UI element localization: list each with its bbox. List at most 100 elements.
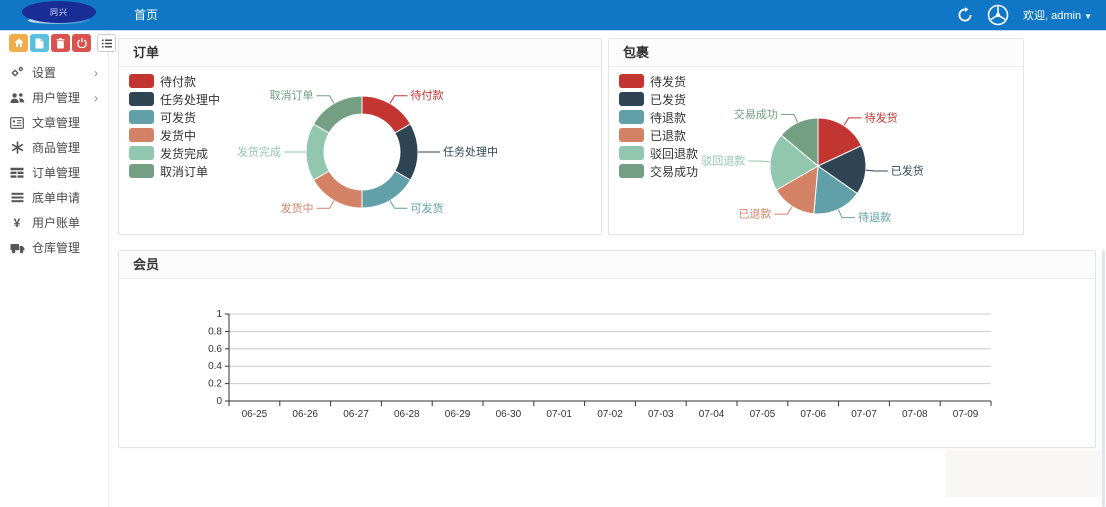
x-axis-tick-label: 07-08	[902, 409, 928, 420]
slice-label: 可发货	[411, 201, 444, 215]
legend-swatch	[129, 110, 154, 124]
legend-item[interactable]: 待付款	[129, 72, 220, 90]
sidebar-item-users[interactable]: 用户管理 ›	[0, 85, 108, 110]
label-leader-line	[866, 170, 888, 171]
orders-panel: 订单 待付款任务处理中可发货发货中发货完成取消订单 待付款任务处理中可发货发货中…	[118, 38, 602, 235]
sidebar-item-orders[interactable]: 订单管理	[0, 160, 108, 185]
products-icon	[9, 141, 25, 155]
list-button[interactable]	[97, 34, 116, 52]
x-axis-tick-label: 06-28	[394, 409, 420, 420]
y-axis-tick-label: 1	[216, 309, 222, 320]
page-scrollbar[interactable]	[1102, 250, 1105, 507]
sidebar-item-warehouse[interactable]: 仓库管理	[0, 235, 108, 260]
bars-icon	[9, 191, 25, 205]
x-axis-tick-label: 06-29	[445, 409, 471, 420]
legend-swatch	[619, 110, 644, 124]
file-button[interactable]	[30, 34, 49, 52]
legend-swatch	[129, 164, 154, 178]
packages-panel-body: 待发货已发货待退款已退款驳回退款交易成功 待发货已发货待退款已退款驳回退款交易成…	[609, 67, 1023, 234]
home-icon	[14, 38, 24, 48]
x-axis-tick-label: 06-30	[496, 409, 522, 420]
pie-slice[interactable]	[306, 124, 329, 180]
brand-ellipse: 同兴	[22, 1, 96, 23]
legend-label: 取消订单	[160, 163, 208, 180]
label-leader-line	[317, 200, 335, 208]
legend-item[interactable]: 发货完成	[129, 144, 220, 162]
pie-slice[interactable]	[395, 124, 418, 180]
home-button[interactable]	[9, 34, 28, 52]
user-avatar-icon[interactable]	[987, 4, 1009, 26]
legend-label: 发货中	[160, 127, 196, 144]
x-axis-tick-label: 06-27	[343, 409, 369, 420]
sidebar-item-user-bills[interactable]: ¥ 用户账单	[0, 210, 108, 235]
trash-button[interactable]	[51, 34, 70, 52]
pie-slice[interactable]	[362, 96, 410, 133]
legend-swatch	[129, 74, 154, 88]
legend-item[interactable]: 驳回退款	[619, 144, 698, 162]
x-axis-tick-label: 07-04	[699, 409, 725, 420]
legend-swatch	[619, 128, 644, 142]
legend-item[interactable]: 任务处理中	[129, 90, 220, 108]
label-leader-line	[748, 161, 770, 162]
slice-label: 发货中	[281, 201, 314, 215]
legend-swatch	[619, 74, 644, 88]
legend-swatch	[619, 92, 644, 106]
slice-label: 待付款	[411, 88, 444, 102]
legend-item[interactable]: 取消订单	[129, 162, 220, 180]
legend-item[interactable]: 已退款	[619, 126, 698, 144]
sidebar-item-settings[interactable]: 设置 ›	[0, 60, 108, 85]
legend-item[interactable]: 待退款	[619, 108, 698, 126]
welcome-dropdown[interactable]: 欢迎, admin▼	[1023, 7, 1092, 23]
legend-item[interactable]: 发货中	[129, 126, 220, 144]
pie-slice[interactable]	[314, 171, 362, 208]
sidebar-item-label: 仓库管理	[32, 239, 80, 256]
legend-item[interactable]: 已发货	[619, 90, 698, 108]
pie-slice[interactable]	[314, 96, 362, 133]
slice-label: 取消订单	[270, 88, 314, 102]
yen-icon: ¥	[9, 216, 25, 230]
label-leader-line	[838, 210, 855, 218]
nav-home-tab[interactable]: 首页	[124, 0, 168, 30]
sidebar-item-products[interactable]: 商品管理	[0, 135, 108, 160]
trash-icon	[56, 38, 65, 49]
y-axis-tick-label: 0.2	[208, 379, 222, 390]
refresh-icon[interactable]	[957, 7, 973, 23]
sidebar-item-label: 文章管理	[32, 114, 80, 131]
legend-item[interactable]: 可发货	[129, 108, 220, 126]
legend-item[interactable]: 待发货	[619, 72, 698, 90]
sidebar-item-receipt-request[interactable]: 底单申请	[0, 185, 108, 210]
x-axis-tick-label: 07-01	[546, 409, 572, 420]
sidebar-item-label: 用户管理	[32, 89, 80, 106]
pie-slice[interactable]	[362, 171, 410, 208]
power-button[interactable]	[72, 34, 91, 52]
slice-label: 已发货	[891, 163, 924, 177]
slice-label: 已退款	[738, 207, 771, 221]
brand-logo[interactable]: 同兴	[0, 0, 108, 30]
orders-icon	[9, 166, 25, 180]
members-line-chart[interactable]: 00.20.40.60.8106-2506-2606-2706-2806-290…	[119, 279, 1093, 446]
sidebar-item-articles[interactable]: 文章管理	[0, 110, 108, 135]
legend-swatch	[129, 146, 154, 160]
x-axis-tick-label: 07-05	[750, 409, 776, 420]
list-icon	[102, 39, 112, 48]
label-leader-line	[390, 96, 408, 104]
sidebar: 设置 › 用户管理 › 文章管理 商品管理 订单管理	[0, 30, 109, 507]
legend-item[interactable]: 交易成功	[619, 162, 698, 180]
y-axis-tick-label: 0.8	[208, 326, 222, 337]
users-icon	[9, 91, 25, 105]
x-axis-tick-label: 07-07	[851, 409, 877, 420]
quick-buttons-row	[0, 30, 108, 52]
cogs-icon	[9, 66, 25, 80]
slice-label: 任务处理中	[443, 146, 498, 159]
x-axis-tick-label: 07-03	[648, 409, 674, 420]
legend-label: 待付款	[160, 73, 196, 90]
file-icon	[35, 38, 44, 49]
x-axis-tick-label: 07-06	[800, 409, 826, 420]
sidebar-item-label: 用户账单	[32, 214, 80, 231]
legend-label: 发货完成	[160, 145, 208, 162]
slice-label: 驳回退款	[701, 154, 745, 168]
label-leader-line	[317, 96, 335, 104]
legend-swatch	[619, 164, 644, 178]
orders-chart-legend: 待付款任务处理中可发货发货中发货完成取消订单	[129, 72, 220, 180]
packages-panel: 包裹 待发货已发货待退款已退款驳回退款交易成功 待发货已发货待退款已退款驳回退款…	[608, 38, 1024, 235]
